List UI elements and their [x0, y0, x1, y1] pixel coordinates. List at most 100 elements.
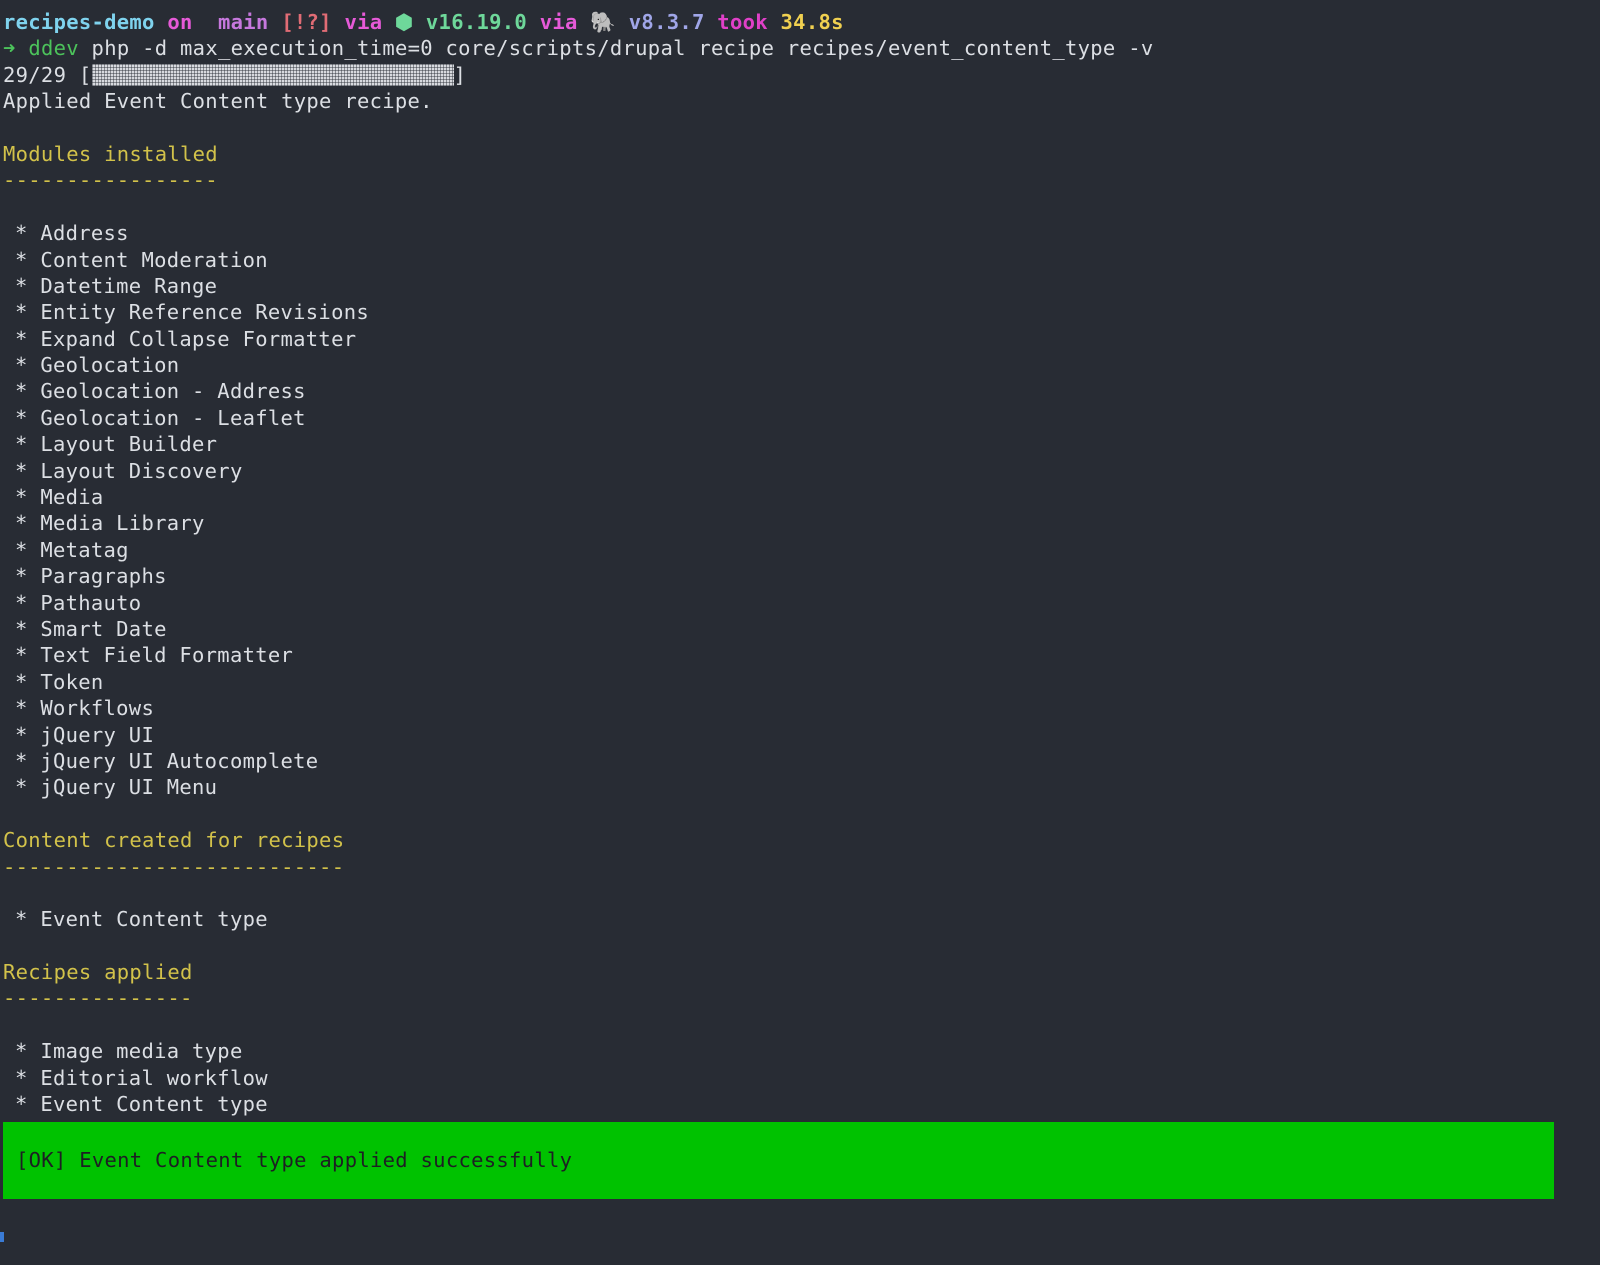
list-item: * Editorial workflow: [3, 1065, 1600, 1091]
bullet-star-icon: *: [15, 1039, 28, 1064]
list-item: * Workflows: [3, 695, 1600, 721]
list-item-label: jQuery UI: [40, 722, 155, 747]
list-item: * Image media type: [3, 1038, 1600, 1064]
list-item-label: Geolocation - Leaflet: [40, 405, 306, 430]
section-title-modules: Modules installed: [3, 141, 218, 166]
prompt-duration: 34.8s: [780, 10, 844, 34]
section-title-recipes: Recipes applied: [3, 960, 193, 985]
list-item-label: Content Moderation: [40, 247, 268, 272]
bullet-star-icon: *: [15, 458, 28, 483]
progress-close-bracket: ]: [453, 62, 467, 87]
command-line[interactable]: ➜ ddev php -d max_execution_time=0 core/…: [3, 35, 1600, 61]
prompt-directory: recipes-demo: [3, 10, 155, 34]
bullet-star-icon: *: [15, 775, 28, 800]
content-list: * Event Content type: [3, 906, 1600, 932]
recipes-list: * Image media type * Editorial workflow * …: [3, 1038, 1600, 1117]
progress-count: 29/29: [3, 62, 67, 87]
progress-open-bracket: [: [78, 62, 92, 87]
list-item: * jQuery UI Menu: [3, 774, 1600, 800]
section-underline-modules: -----------------: [3, 168, 218, 193]
list-item: * Smart Date: [3, 616, 1600, 642]
list-item: * Media: [3, 484, 1600, 510]
bullet-star-icon: *: [15, 696, 28, 721]
prompt-took: took: [717, 10, 768, 34]
prompt-branch: main: [217, 10, 269, 34]
list-item-label: Smart Date: [40, 616, 167, 641]
php-elephant-icon: 🐘: [590, 10, 617, 34]
bullet-star-icon: *: [15, 511, 28, 536]
list-item-label: Address: [40, 221, 129, 246]
list-item: * Event Content type: [3, 1091, 1600, 1117]
list-item: * Geolocation - Leaflet: [3, 405, 1600, 431]
section-title-content: Content created for recipes: [3, 828, 345, 853]
list-item-label: Media: [40, 485, 104, 510]
modules-list: * Address * Content Moderation * Datetime …: [3, 220, 1600, 801]
list-item-label: Pathauto: [40, 590, 142, 615]
bullet-star-icon: *: [15, 722, 28, 747]
list-item: * Text Field Formatter: [3, 642, 1600, 668]
progress-line: 29/29 []: [3, 62, 1600, 88]
bullet-star-icon: *: [15, 405, 28, 430]
list-item: * Content Moderation: [3, 247, 1600, 273]
list-item-label: Token: [40, 669, 104, 694]
prompt-line: recipes-demo on main [!?] via ⬢ v16.19.0…: [3, 9, 1600, 35]
list-item: * Address: [3, 220, 1600, 246]
list-item-label: Workflows: [40, 696, 155, 721]
list-item-label: Text Field Formatter: [40, 643, 294, 668]
list-item: * Metatag: [3, 537, 1600, 563]
bullet-star-icon: *: [15, 669, 28, 694]
list-item: * Geolocation - Address: [3, 378, 1600, 404]
list-item: * Entity Reference Revisions: [3, 299, 1600, 325]
terminal-output: recipes-demo on main [!?] via ⬢ v16.19.0…: [3, 9, 1600, 1117]
list-item: * Paragraphs: [3, 563, 1600, 589]
prompt-via-node: via: [344, 10, 383, 34]
nodejs-icon: ⬢: [395, 10, 414, 34]
bullet-star-icon: *: [15, 537, 28, 562]
prompt-arrow-icon: ➜: [3, 36, 16, 61]
bullet-star-icon: *: [15, 379, 28, 404]
terminal-cursor: [0, 1232, 4, 1242]
list-item: * Datetime Range: [3, 273, 1600, 299]
list-item: * Pathauto: [3, 590, 1600, 616]
command-tool: ddev: [28, 36, 79, 61]
list-item-label: Geolocation: [40, 353, 180, 378]
applied-message: Applied Event Content type recipe.: [3, 89, 433, 114]
list-item-label: Datetime Range: [40, 273, 218, 298]
list-item-label: Entity Reference Revisions: [40, 300, 370, 325]
list-item-label: Paragraphs: [40, 564, 167, 589]
section-underline-content: ---------------------------: [3, 854, 345, 879]
list-item: * jQuery UI: [3, 722, 1600, 748]
prompt-via-php: via: [539, 10, 578, 34]
prompt-node-version: v16.19.0: [425, 10, 528, 34]
prompt-php-version: v8.3.7: [628, 10, 705, 34]
list-item-label: Event Content type: [40, 907, 268, 932]
bullet-star-icon: *: [15, 748, 28, 773]
list-item: * Expand Collapse Formatter: [3, 326, 1600, 352]
section-underline-recipes: ---------------: [3, 986, 193, 1011]
bullet-star-icon: *: [15, 247, 28, 272]
bullet-star-icon: *: [15, 643, 28, 668]
command-args: php -d max_execution_time=0 core/scripts…: [91, 36, 1154, 61]
bullet-star-icon: *: [15, 485, 28, 510]
bullet-star-icon: *: [15, 564, 28, 589]
list-item-label: jQuery UI Menu: [40, 775, 218, 800]
bullet-star-icon: *: [15, 273, 28, 298]
list-item-label: Geolocation - Address: [40, 379, 306, 404]
bullet-star-icon: *: [15, 616, 28, 641]
list-item-label: Editorial workflow: [40, 1065, 268, 1090]
list-item-label: jQuery UI Autocomplete: [40, 748, 319, 773]
bullet-star-icon: *: [15, 590, 28, 615]
list-item-label: Layout Discovery: [40, 458, 243, 483]
list-item: * Layout Builder: [3, 431, 1600, 457]
bullet-star-icon: *: [15, 1092, 28, 1117]
bullet-star-icon: *: [15, 1065, 28, 1090]
list-item-label: Layout Builder: [40, 432, 218, 457]
list-item: * Layout Discovery: [3, 458, 1600, 484]
bullet-star-icon: *: [15, 326, 28, 351]
bullet-star-icon: *: [15, 300, 28, 325]
list-item: * Geolocation: [3, 352, 1600, 378]
list-item: * Event Content type: [3, 906, 1600, 932]
prompt-on: on: [167, 10, 193, 34]
ok-success-banner: [OK] Event Content type applied successf…: [3, 1122, 1554, 1199]
list-item-label: Expand Collapse Formatter: [40, 326, 357, 351]
